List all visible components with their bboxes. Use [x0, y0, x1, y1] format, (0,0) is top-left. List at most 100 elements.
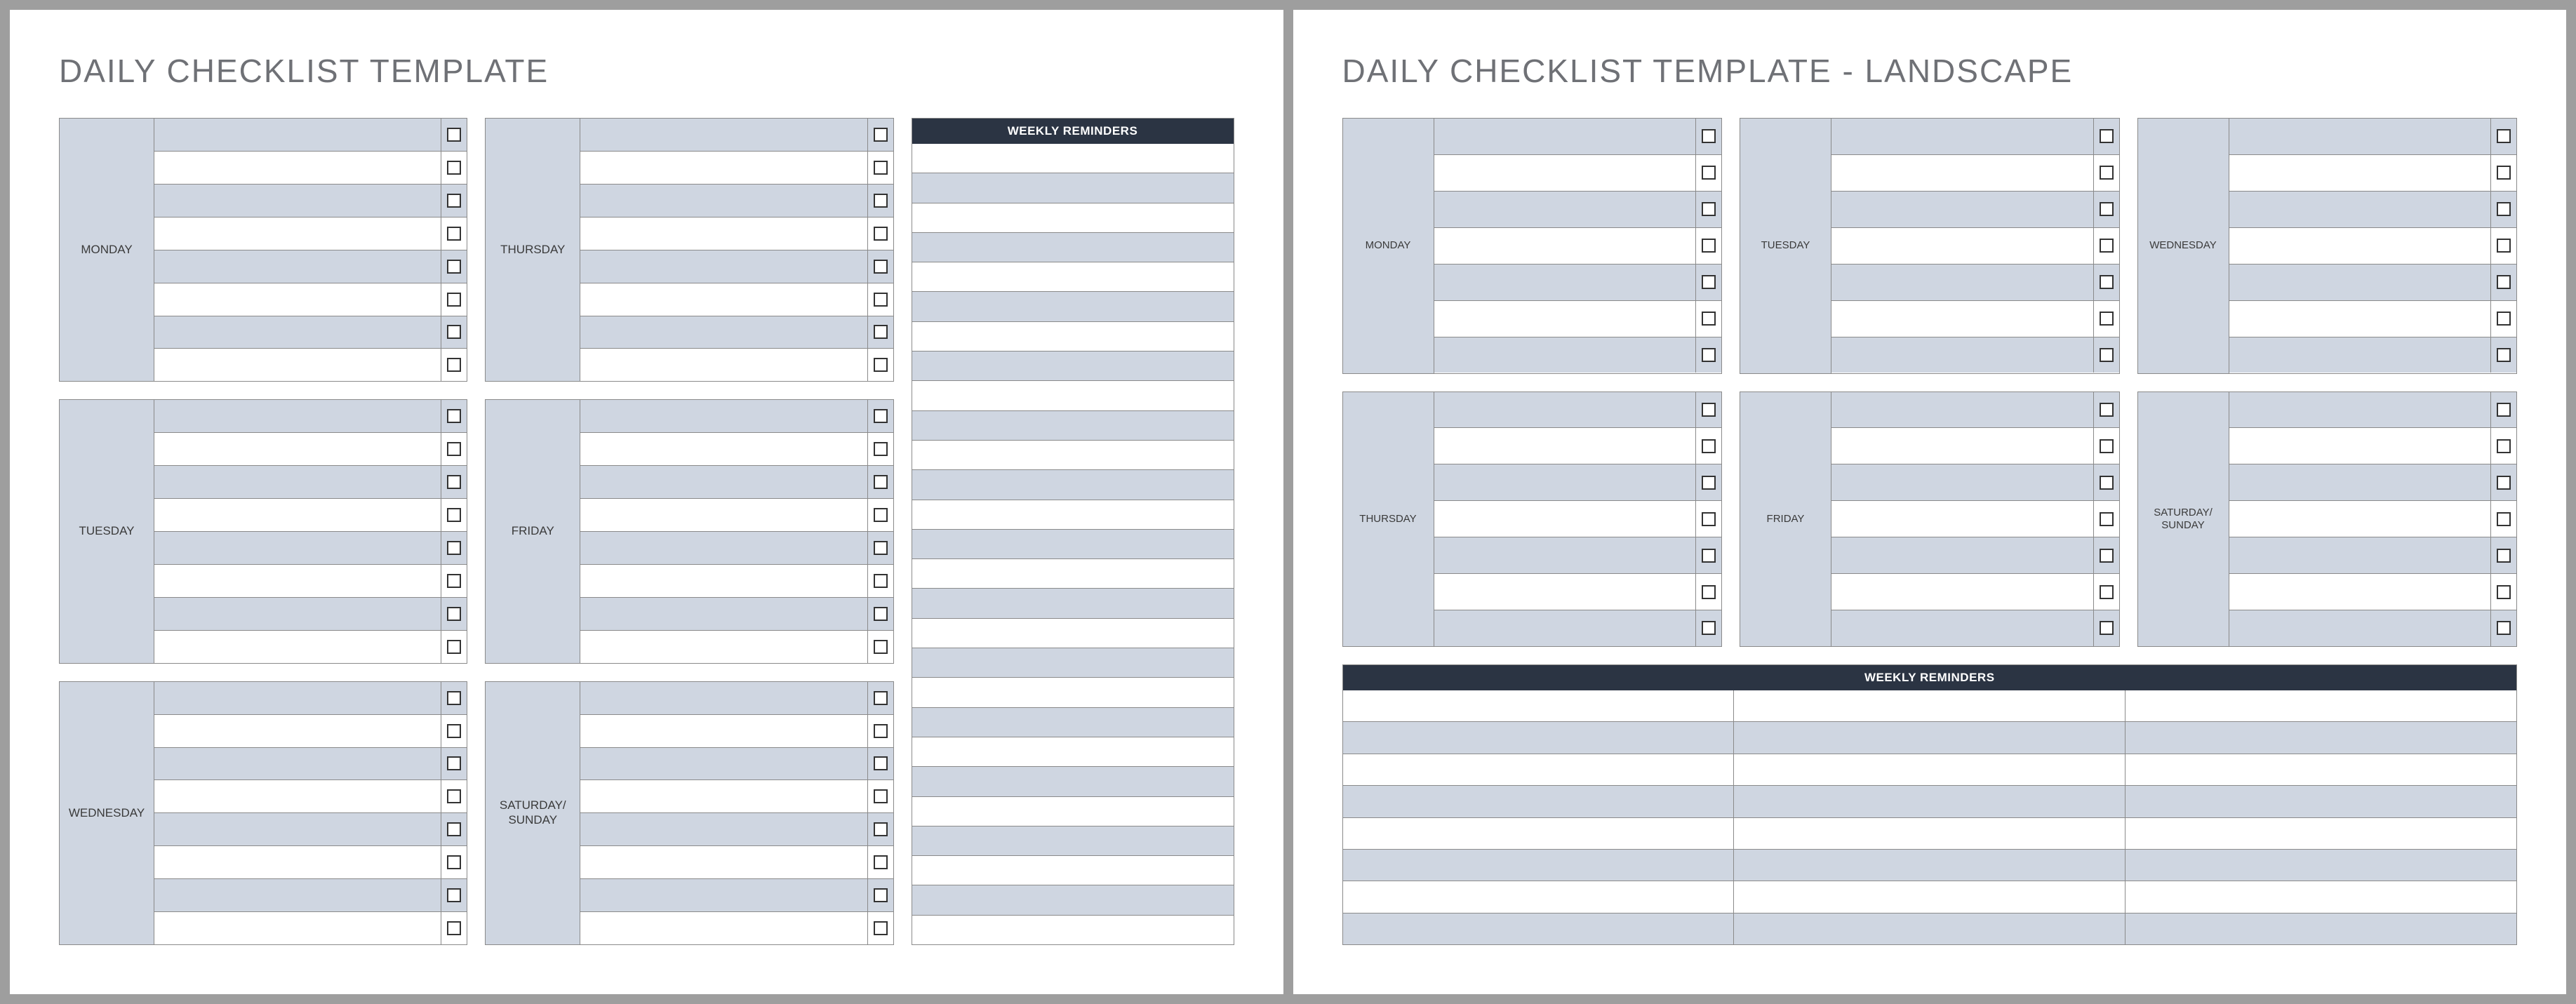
checkbox-icon[interactable] — [2497, 621, 2511, 635]
task-text[interactable] — [580, 715, 867, 747]
task-text[interactable] — [2229, 119, 2492, 154]
checkbox-icon[interactable] — [447, 607, 461, 621]
task-text[interactable] — [2229, 228, 2492, 264]
task-text[interactable] — [1831, 574, 2094, 610]
task-text[interactable] — [580, 631, 867, 663]
reminder-cell[interactable] — [1343, 690, 1735, 721]
checkbox-icon[interactable] — [2497, 476, 2511, 490]
task-text[interactable] — [580, 283, 867, 316]
task-text[interactable] — [1434, 228, 1697, 264]
reminder-cell[interactable] — [1343, 786, 1735, 817]
checkbox-icon[interactable] — [2100, 239, 2114, 253]
checkbox-icon[interactable] — [447, 260, 461, 274]
checkbox-icon[interactable] — [1702, 621, 1716, 635]
task-text[interactable] — [154, 748, 441, 780]
task-text[interactable] — [154, 349, 441, 381]
task-text[interactable] — [580, 813, 867, 845]
reminder-row[interactable] — [912, 441, 1234, 470]
checkbox-icon[interactable] — [2100, 275, 2114, 289]
checkbox-icon[interactable] — [447, 508, 461, 522]
reminder-row[interactable] — [912, 470, 1234, 500]
task-text[interactable] — [1831, 265, 2094, 300]
checkbox-icon[interactable] — [447, 822, 461, 836]
task-text[interactable] — [1434, 265, 1697, 300]
checkbox-icon[interactable] — [1702, 476, 1716, 490]
reminder-cell[interactable] — [2125, 850, 2516, 881]
task-text[interactable] — [580, 217, 867, 250]
reminder-row[interactable] — [912, 292, 1234, 321]
task-text[interactable] — [1434, 392, 1697, 428]
checkbox-icon[interactable] — [447, 789, 461, 803]
task-text[interactable] — [580, 119, 867, 151]
checkbox-icon[interactable] — [874, 921, 888, 935]
task-text[interactable] — [2229, 501, 2492, 537]
checkbox-icon[interactable] — [447, 475, 461, 489]
checkbox-icon[interactable] — [2497, 439, 2511, 453]
reminder-row[interactable] — [912, 530, 1234, 559]
task-text[interactable] — [154, 631, 441, 663]
task-text[interactable] — [2229, 428, 2492, 464]
checkbox-icon[interactable] — [447, 691, 461, 705]
reminder-row[interactable] — [912, 173, 1234, 203]
checkbox-icon[interactable] — [874, 227, 888, 241]
checkbox-icon[interactable] — [1702, 439, 1716, 453]
reminder-row[interactable] — [912, 885, 1234, 915]
checkbox-icon[interactable] — [2100, 439, 2114, 453]
reminder-row[interactable] — [912, 559, 1234, 589]
checkbox-icon[interactable] — [1702, 549, 1716, 563]
task-text[interactable] — [1831, 119, 2094, 154]
checkbox-icon[interactable] — [447, 128, 461, 142]
task-text[interactable] — [1434, 574, 1697, 610]
task-text[interactable] — [1831, 337, 2094, 373]
task-text[interactable] — [154, 152, 441, 184]
checkbox-icon[interactable] — [874, 475, 888, 489]
checkbox-icon[interactable] — [874, 691, 888, 705]
task-text[interactable] — [580, 598, 867, 630]
checkbox-icon[interactable] — [1702, 129, 1716, 143]
reminder-cell[interactable] — [2125, 818, 2516, 849]
checkbox-icon[interactable] — [447, 227, 461, 241]
checkbox-icon[interactable] — [447, 921, 461, 935]
task-text[interactable] — [580, 185, 867, 217]
reminder-row[interactable] — [912, 322, 1234, 352]
task-text[interactable] — [154, 466, 441, 498]
task-text[interactable] — [580, 846, 867, 878]
checkbox-icon[interactable] — [2100, 129, 2114, 143]
checkbox-icon[interactable] — [2497, 403, 2511, 417]
task-text[interactable] — [580, 565, 867, 597]
checkbox-icon[interactable] — [2497, 239, 2511, 253]
checkbox-icon[interactable] — [874, 293, 888, 307]
task-text[interactable] — [154, 283, 441, 316]
task-text[interactable] — [2229, 301, 2492, 337]
task-text[interactable] — [154, 433, 441, 465]
checkbox-icon[interactable] — [447, 194, 461, 208]
checkbox-icon[interactable] — [874, 855, 888, 869]
task-text[interactable] — [1831, 464, 2094, 500]
checkbox-icon[interactable] — [2497, 549, 2511, 563]
reminder-row[interactable] — [912, 203, 1234, 233]
task-text[interactable] — [580, 152, 867, 184]
task-text[interactable] — [580, 250, 867, 283]
reminder-row[interactable] — [912, 619, 1234, 648]
checkbox-icon[interactable] — [874, 128, 888, 142]
checkbox-icon[interactable] — [2100, 621, 2114, 635]
checkbox-icon[interactable] — [447, 640, 461, 654]
checkbox-icon[interactable] — [874, 822, 888, 836]
reminder-row[interactable] — [912, 826, 1234, 856]
checkbox-icon[interactable] — [447, 409, 461, 423]
checkbox-icon[interactable] — [447, 161, 461, 175]
reminder-row[interactable] — [912, 678, 1234, 707]
checkbox-icon[interactable] — [1702, 166, 1716, 180]
checkbox-icon[interactable] — [1702, 403, 1716, 417]
checkbox-icon[interactable] — [447, 574, 461, 588]
task-text[interactable] — [1831, 155, 2094, 191]
task-text[interactable] — [580, 682, 867, 714]
task-text[interactable] — [154, 879, 441, 911]
checkbox-icon[interactable] — [874, 161, 888, 175]
task-text[interactable] — [1434, 610, 1697, 646]
task-text[interactable] — [580, 532, 867, 564]
task-text[interactable] — [1434, 464, 1697, 500]
checkbox-icon[interactable] — [874, 756, 888, 770]
task-text[interactable] — [580, 780, 867, 812]
reminder-cell[interactable] — [1343, 754, 1735, 785]
